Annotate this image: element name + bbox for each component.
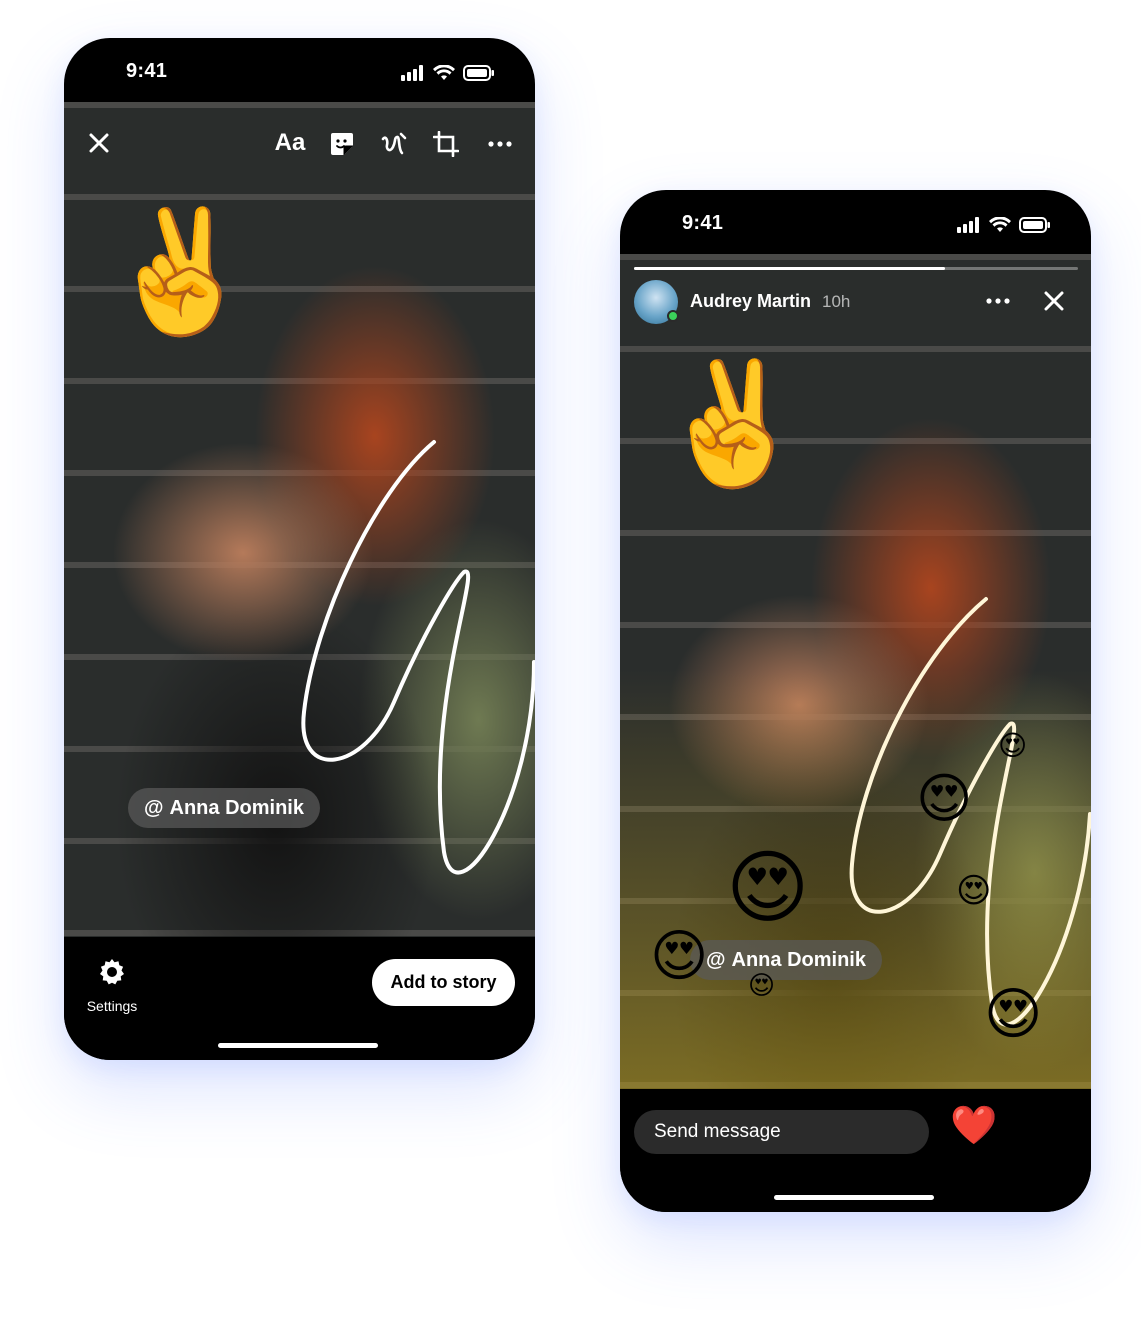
mention-sticker[interactable]: @ Anna Dominik xyxy=(690,940,882,980)
status-time: 9:41 xyxy=(682,212,724,234)
text-tool-label: Aa xyxy=(274,129,306,156)
surprised-reaction-button[interactable]: 😮 xyxy=(1066,1107,1091,1145)
heart-eyes-reaction: 😍 xyxy=(998,730,1028,761)
story-time-ago: 10h xyxy=(822,292,851,311)
more-horizontal-icon xyxy=(488,141,512,147)
mention-sticker[interactable]: @ Anna Dominik xyxy=(128,788,320,828)
story-progress-bar xyxy=(634,267,1078,270)
draw-tool-button[interactable] xyxy=(378,128,410,160)
wifi-icon xyxy=(433,65,455,80)
story-viewer-phone: 9:41 ✌️ @ Anna Dominik 😍 😍 😍 😍 😍 😍 😍 Aud… xyxy=(620,190,1091,1212)
close-icon xyxy=(89,133,109,153)
laughing-reaction-button[interactable]: 😆 xyxy=(1008,1107,1048,1145)
peace-sticker[interactable]: ✌️ xyxy=(94,193,264,351)
avatar[interactable] xyxy=(634,280,679,324)
heart-eyes-reaction: 😍 xyxy=(956,872,992,910)
heart-eyes-reaction: 😍 xyxy=(748,970,776,1000)
more-button[interactable] xyxy=(982,288,1014,314)
status-bar: 9:41 xyxy=(620,190,1091,254)
mention-name: Anna Dominik xyxy=(731,948,866,971)
text-tool-button[interactable]: Aa xyxy=(270,126,310,160)
sticker-icon xyxy=(331,133,353,155)
home-indicator xyxy=(218,1043,378,1048)
heart-eyes-reaction: 😍 xyxy=(984,982,1043,1045)
editor-bottom-bar: Settings Add to story xyxy=(64,937,535,1060)
status-bar: 9:41 xyxy=(64,38,535,102)
close-button[interactable] xyxy=(84,128,114,158)
signal-icon xyxy=(957,217,979,233)
send-message-input[interactable]: Send message xyxy=(634,1110,929,1154)
more-horizontal-icon xyxy=(986,298,1010,304)
heart-reaction-button[interactable]: ❤️ xyxy=(950,1107,997,1145)
settings-label: Settings xyxy=(86,998,138,1014)
signal-icon xyxy=(401,65,423,81)
battery-icon xyxy=(1019,217,1050,233)
crop-tool-button[interactable] xyxy=(430,128,462,160)
at-icon: @ xyxy=(144,796,164,819)
close-button[interactable] xyxy=(1040,287,1068,315)
online-indicator xyxy=(667,310,679,322)
scribble-icon xyxy=(381,132,407,155)
home-indicator xyxy=(774,1195,934,1200)
mention-name: Anna Dominik xyxy=(169,796,304,819)
at-icon: @ xyxy=(706,948,726,971)
story-username[interactable]: Audrey Martin xyxy=(690,291,811,312)
gear-icon xyxy=(100,959,124,985)
status-time: 9:41 xyxy=(126,60,168,82)
status-icons xyxy=(957,217,1051,233)
story-editor-phone: 9:41 ✌️ @ Anna Dominik Aa Settings Add t… xyxy=(64,38,535,1060)
peace-sticker[interactable]: ✌️ xyxy=(646,345,816,503)
crop-icon xyxy=(433,131,459,157)
more-button[interactable] xyxy=(484,130,516,158)
wifi-icon xyxy=(989,217,1011,232)
sticker-tool-button[interactable] xyxy=(326,128,358,160)
reply-bar: Send message ❤️ 😆 😮 xyxy=(620,1089,1091,1212)
heart-eyes-reaction: 😍 xyxy=(726,843,810,932)
story-photo: ✌️ @ Anna Dominik xyxy=(64,102,535,937)
settings-button[interactable]: Settings xyxy=(82,957,142,1014)
battery-icon xyxy=(463,65,494,81)
story-progress-fill xyxy=(634,267,945,270)
story-photo: ✌️ @ Anna Dominik 😍 😍 😍 😍 😍 😍 😍 xyxy=(620,254,1091,1089)
add-to-story-button[interactable]: Add to story xyxy=(372,959,515,1006)
heart-eyes-reaction: 😍 xyxy=(650,924,709,987)
status-icons xyxy=(401,65,495,81)
close-icon xyxy=(1044,291,1064,311)
heart-eyes-reaction: 😍 xyxy=(916,769,973,829)
